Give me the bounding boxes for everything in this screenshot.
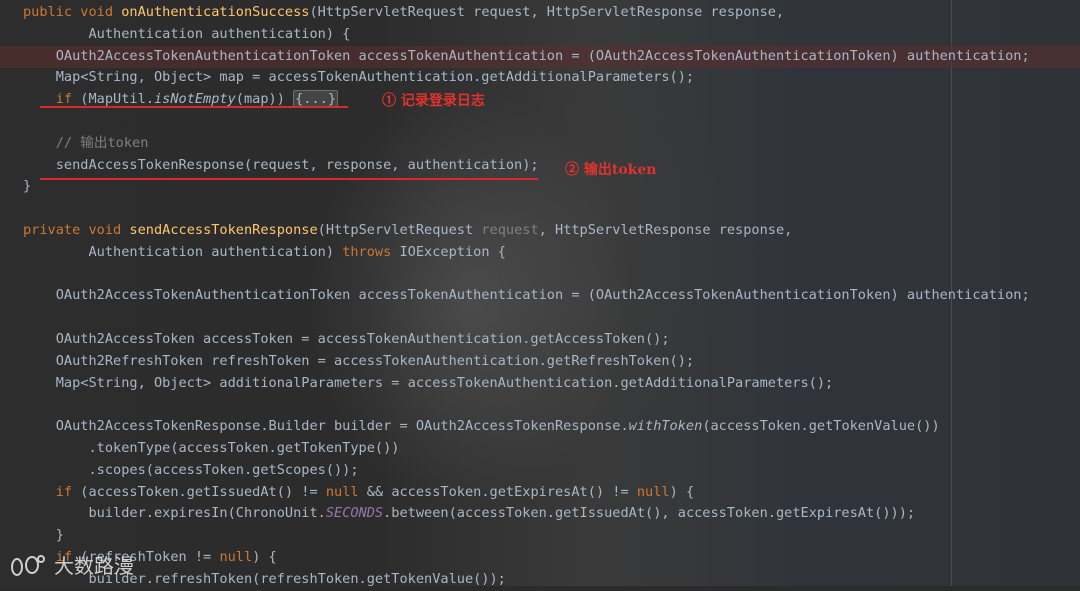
keyword: throws [342,243,392,260]
watermark-text: 大数路漫 [54,554,134,578]
code-line: Map<String, Object> map = accessTokenAut… [23,67,694,89]
code-line: Map<String, Object> additionalParameters… [23,373,834,395]
keyword: null [325,483,359,500]
code-text: OAuth2AccessTokenAuthenticationToken acc… [23,287,1030,304]
code-text: Map<String, Object> map = accessTokenAut… [23,69,695,86]
method-name: sendAccessTokenResponse [129,222,318,238]
keyword: if [23,483,73,500]
code-text: Authentication authentication) [23,243,343,260]
static-method: isNotEmpty [153,91,236,108]
static-method: withToken [628,418,703,435]
method-name: onAuthenticationSuccess [121,4,310,20]
code-line: if (MapUtil.isNotEmpty(map)) {...} [23,89,339,111]
code-line: .tokenType(accessToken.getTokenType()) [23,438,399,460]
static-field: SECONDS [325,505,384,522]
code-text: .scopes(accessToken.getScopes()); [23,461,359,478]
annotation-underline-2 [40,178,538,180]
code-text: IOException { [391,243,506,260]
code-text: (HttpServletRequest [317,222,482,238]
code-text: OAuth2AccessTokenResponse.Builder builde… [23,418,629,435]
code-text: (map)) [235,91,294,108]
code-text: Map<String, Object> additionalParameters… [23,374,834,391]
code-text: .tokenType(accessToken.getTokenType()) [23,440,400,456]
code-line: } [23,176,31,198]
keyword: null [636,483,670,500]
code-line: private void sendAccessTokenResponse(Htt… [23,220,792,242]
keyword: null [219,549,253,565]
code-text: (MapUtil. [72,91,154,108]
unused-param: request [481,222,539,238]
code-text: } [23,178,32,195]
code-comment: // 输出token [23,134,149,151]
code-text: builder.expiresIn(ChronoUnit. [23,505,326,522]
keyword: private void [23,222,130,238]
code-text: OAuth2AccessToken accessToken = accessTo… [23,331,670,347]
keyword: if [23,91,73,108]
annotation-log-login: ① 记录登录日志 [382,93,485,109]
code-line: Authentication authentication) throws IO… [23,242,506,264]
code-line: } [23,525,64,547]
code-line: OAuth2AccessTokenAuthenticationToken acc… [23,285,1030,307]
code-line: if (accessToken.getIssuedAt() != null &&… [23,482,694,504]
code-text: ) { [252,549,277,565]
code-text: } [23,527,64,544]
code-line: // 输出token [23,133,149,155]
code-text: && accessToken.getExpiresAt() != [358,483,637,500]
code-text: OAuth2AccessTokenAuthenticationToken acc… [23,47,1030,64]
code-text: (HttpServletRequest request, HttpServlet… [309,4,785,20]
annotation-underline-1 [40,106,348,108]
code-line: OAuth2AccessTokenResponse.Builder builde… [23,416,940,438]
code-text: Authentication authentication) { [23,25,351,42]
code-line: public void onAuthenticationSuccess(Http… [23,2,784,24]
code-text: ) { [669,483,695,500]
code-line: .scopes(accessToken.getScopes()); [23,460,359,482]
code-line: OAuth2AccessToken accessToken = accessTo… [23,329,670,351]
code-line: sendAccessTokenResponse(request, respons… [23,155,539,177]
code-line: Authentication authentication) { [23,24,350,46]
footprint-logo-icon [11,554,45,576]
keyword: public void [23,4,122,20]
code-text: sendAccessTokenResponse(request, respons… [23,156,539,173]
code-text: .between(accessToken.getIssuedAt(), acce… [383,505,916,522]
code-line: builder.expiresIn(ChronoUnit.SECONDS.bet… [23,503,915,525]
watermark: 大数路漫 [8,550,134,579]
code-line: OAuth2AccessTokenAuthenticationToken acc… [23,46,1030,68]
code-line: OAuth2RefreshToken refreshToken = access… [23,351,694,373]
code-text: (accessToken.getTokenValue()) [702,418,940,435]
code-text: , HttpServletResponse response, [538,222,793,238]
annotation-output-token: ② 输出token [565,162,657,178]
code-text: OAuth2RefreshToken refreshToken = access… [23,352,695,369]
code-text: (accessToken.getIssuedAt() != [72,483,326,500]
